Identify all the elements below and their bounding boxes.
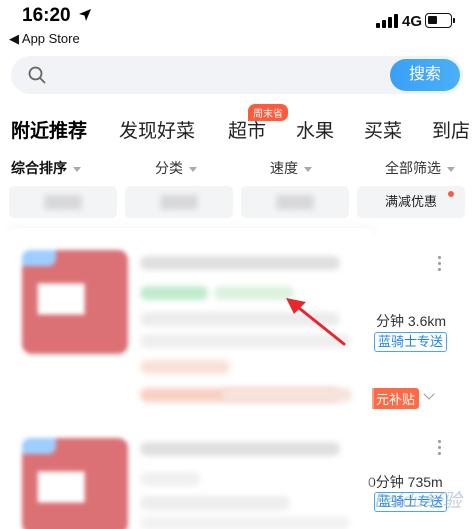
supermarket-badge: 周末省	[248, 104, 288, 121]
search-icon	[28, 66, 46, 84]
search-bar[interactable]: 搜索	[11, 56, 463, 94]
tab-groceries[interactable]: 买菜	[364, 116, 402, 143]
filter-all[interactable]: 全部筛选	[385, 158, 455, 178]
new-dot-badge	[448, 191, 454, 197]
category-tabs: 附近推荐 发现好菜 超市 周末省 水果 买菜 到店	[0, 104, 473, 148]
chevron-down-icon	[73, 166, 81, 172]
blur-overlay	[8, 228, 374, 529]
filter-category[interactable]: 分类	[155, 158, 197, 178]
signal-icon	[376, 14, 398, 28]
tab-fruit[interactable]: 水果	[296, 116, 334, 143]
chip-2[interactable]: ▒▒▒▒	[125, 186, 233, 218]
status-time: 16:20	[22, 5, 71, 26]
battery-icon	[425, 13, 455, 28]
location-arrow-icon	[79, 9, 91, 21]
chip-1[interactable]: ▒▒▒▒	[9, 186, 117, 218]
tab-in-store[interactable]: 到店	[432, 116, 470, 143]
more-options-icon[interactable]	[438, 256, 442, 274]
delivery-badge: 蓝骑士专送	[374, 332, 448, 352]
chip-discount[interactable]: 满减优惠	[357, 186, 465, 218]
subsidy-tag: 元补贴	[372, 388, 420, 409]
annotation-arrow-icon	[286, 298, 346, 346]
more-options-icon[interactable]	[438, 440, 442, 458]
quick-filter-chips: ▒▒▒▒ ▒▒▒▒ ▒▒▒▒ 满减优惠	[0, 186, 473, 220]
chevron-down-icon	[189, 166, 197, 172]
filter-speed[interactable]: 速度	[270, 158, 312, 178]
network-type: 4G	[402, 13, 423, 30]
back-to-app-store-link[interactable]: ◀ App Store	[9, 31, 80, 47]
chip-3[interactable]: ▒▒▒▒	[241, 186, 349, 218]
chevron-down-icon	[447, 166, 455, 172]
status-bar: 16:20 ◀ App Store 4G	[0, 0, 473, 50]
delivery-time-distance: 分钟 3.6km	[376, 313, 447, 329]
filter-sort[interactable]: 综合排序	[11, 158, 81, 178]
chevron-down-icon[interactable]	[423, 388, 435, 400]
chevron-down-icon	[304, 166, 312, 172]
filter-bar: 综合排序 分类 速度 全部筛选	[0, 152, 473, 180]
search-button[interactable]: 搜索	[390, 59, 460, 91]
tab-nearby[interactable]: 附近推荐	[11, 116, 87, 143]
tab-discover[interactable]: 发现好菜	[119, 116, 195, 143]
watermark: Baidu经验	[375, 491, 462, 512]
